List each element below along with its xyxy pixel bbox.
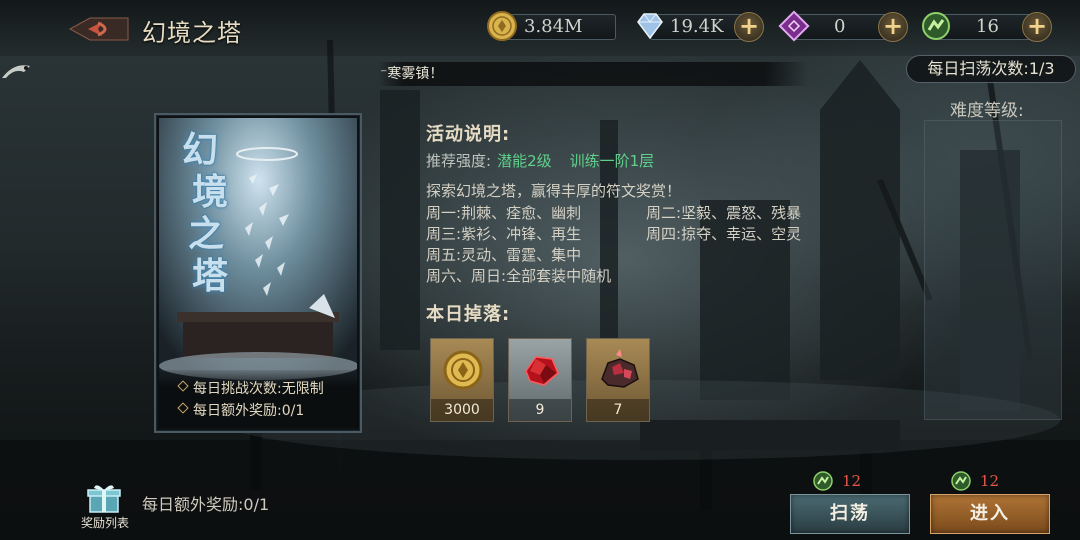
drop-count: 9: [509, 399, 571, 421]
resource-rune: 0 +: [778, 10, 914, 42]
activity-intro: 探索幻境之塔，赢得丰厚的符文奖赏！: [426, 182, 682, 200]
enter-cost-value: 12: [980, 472, 1000, 490]
back-button[interactable]: [68, 14, 130, 44]
rune-ore-icon: [594, 345, 644, 395]
activity-heading: 活动说明:: [426, 124, 511, 145]
day-sets: 灵动、雷霆、集中: [461, 246, 582, 264]
green-stamina-icon: [950, 470, 972, 492]
title-char-2: 境: [192, 171, 229, 213]
schedule-tue: 周二:坚毅、震怒、残暴: [646, 202, 801, 223]
title-char-4: 塔: [192, 255, 229, 297]
rune-value: 0: [834, 16, 846, 37]
day-label: 周二:: [646, 204, 682, 222]
tower-card: 幻 境 之 塔 每日挑战次数:无限制 每日额外奖励:0/1: [154, 113, 362, 433]
reward-list-button[interactable]: 奖励列表: [78, 484, 130, 530]
enter-button[interactable]: 进入: [930, 494, 1050, 534]
day-sets: 紫衫、冲锋、再生: [461, 225, 582, 243]
drop-item-gold[interactable]: 3000: [430, 338, 494, 422]
page-title: 幻境之塔: [142, 19, 242, 47]
diamond-bullet-icon: [177, 380, 189, 392]
difficulty-list-panel[interactable]: [924, 120, 1062, 420]
day-label: 周三:: [426, 225, 462, 243]
daily-challenge-text: 每日挑战次数:无限制: [193, 381, 324, 397]
resource-gold: 3.84M: [486, 10, 618, 42]
diamond-add-button[interactable]: +: [734, 12, 764, 42]
schedule-weekend: 周六、周日:全部套装中随机: [426, 265, 611, 286]
stamina-value: 16: [976, 16, 999, 37]
diamond-value: 19.4K: [670, 16, 724, 37]
drop-count: 3000: [431, 399, 493, 421]
rune-add-button[interactable]: +: [878, 12, 908, 42]
recommend-strength: 推荐强度: 潜能2级 训练一阶1层: [426, 150, 654, 171]
daily-challenge-line: 每日挑战次数:无限制: [177, 378, 324, 398]
schedule-fri: 周五:灵动、雷霆、集中: [426, 244, 581, 265]
title-char-3: 之: [188, 213, 225, 255]
tower-card-info: 每日挑战次数:无限制 每日额外奖励:0/1: [159, 370, 359, 428]
day-sets: 掠夺、幸运、空灵: [681, 225, 802, 243]
red-gem-icon: [516, 345, 566, 395]
drop-count: 7: [587, 399, 649, 421]
daily-extra-line: 每日额外奖励:0/1: [177, 400, 305, 420]
day-sets: 坚毅、震怒、残暴: [681, 204, 802, 222]
reward-list-label: 奖励列表: [80, 516, 129, 530]
resource-diamond: 19.4K +: [634, 10, 768, 42]
resource-stamina: 16 +: [920, 10, 1056, 42]
gold-coin-icon: [486, 10, 518, 42]
schedule-mon: 周一:荆棘、痊愈、幽刺: [426, 202, 581, 223]
bottom-daily-extra-reward: 每日额外奖励:0/1: [142, 495, 270, 514]
drop-item-red-gem[interactable]: 9: [508, 338, 572, 422]
day-label: 周六、周日:: [426, 267, 507, 285]
diamond-bullet-icon: [177, 402, 189, 414]
day-label: 周四:: [646, 225, 682, 243]
recommend-value-training: 训练一阶1层: [569, 152, 655, 170]
schedule-thu: 周四:掠夺、幸运、空灵: [646, 223, 801, 244]
sweep-button[interactable]: 扫荡: [790, 494, 910, 534]
day-sets: 荆棘、痊愈、幽刺: [461, 204, 582, 222]
day-sets: 全部套装中随机: [506, 267, 612, 285]
side-arrow-icon: [2, 65, 30, 78]
stamina-add-button[interactable]: +: [1022, 12, 1052, 42]
schedule-wed: 周三:紫衫、冲锋、再生: [426, 223, 581, 244]
day-label: 周一:: [426, 204, 462, 222]
sweep-cost-value: 12: [842, 472, 862, 490]
announcement-ticker: ⁻寒雾镇！: [378, 62, 808, 86]
difficulty-label: 难度等级:: [950, 101, 1024, 121]
diamond-icon: [634, 10, 666, 42]
daily-sweep-counter: 每日扫荡次数:1/3: [906, 55, 1076, 83]
side-menu-tab[interactable]: [0, 56, 34, 82]
green-stamina-icon: [812, 470, 834, 492]
gold-value: 3.84M: [524, 16, 583, 37]
tower-card-title: 幻 境 之 塔: [182, 129, 229, 297]
purple-rune-icon: [778, 10, 810, 42]
daily-extra-text: 每日额外奖励:0/1: [193, 403, 305, 419]
recommend-value-potential: 潜能2级: [497, 152, 552, 170]
drops-heading: 本日掉落:: [426, 304, 511, 325]
back-arrow-icon: [68, 17, 129, 41]
gold-coin-icon: [438, 345, 488, 395]
drop-item-rune-ore[interactable]: 7: [586, 338, 650, 422]
gift-box-icon: [86, 484, 122, 514]
green-stamina-icon: [920, 10, 952, 42]
title-char-1: 幻: [182, 129, 219, 171]
recommend-label: 推荐强度:: [426, 152, 492, 170]
day-label: 周五:: [426, 246, 462, 264]
